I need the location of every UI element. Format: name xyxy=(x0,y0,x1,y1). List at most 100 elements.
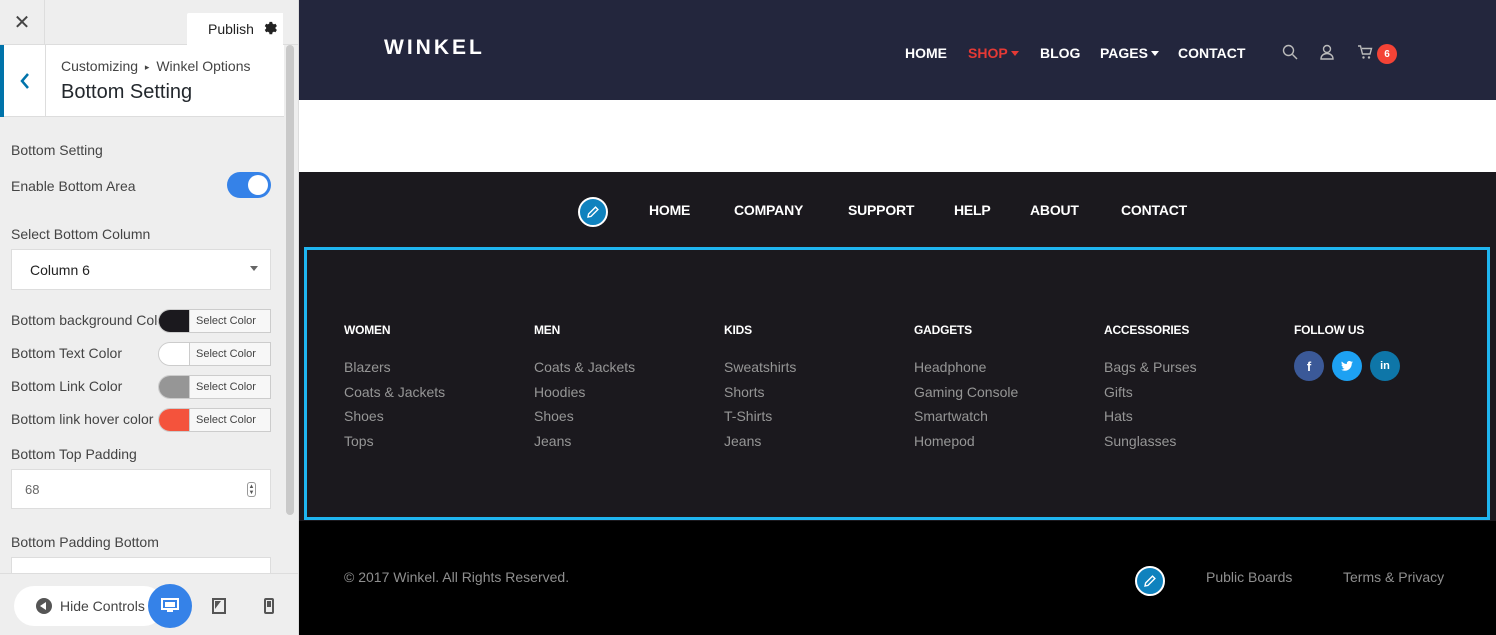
collapse-icon xyxy=(36,598,52,614)
bottom-link-hover-color-row: Bottom link hover color Select Color xyxy=(11,408,271,432)
cart-count-badge: 6 xyxy=(1377,44,1397,64)
footer-link[interactable]: Sunglasses xyxy=(1104,433,1197,458)
footer-nav-support[interactable]: SUPPORT xyxy=(848,202,914,218)
color-label: Bottom background Color xyxy=(11,312,170,328)
footer-nav-help[interactable]: HELP xyxy=(954,202,991,218)
nav-shop[interactable]: SHOP xyxy=(968,45,1019,61)
back-button[interactable] xyxy=(0,45,46,117)
footer-nav-home[interactable]: HOME xyxy=(649,202,690,218)
caret-down-icon xyxy=(1010,51,1019,56)
top-padding-input[interactable]: 68 ▲ ▼ xyxy=(11,469,271,509)
enable-bottom-toggle[interactable] xyxy=(227,172,271,198)
footer-link[interactable]: Shoes xyxy=(344,408,445,433)
color-label: Bottom Text Color xyxy=(11,345,123,361)
nav-pages[interactable]: PAGES xyxy=(1100,45,1159,61)
column-heading: FOLLOW US xyxy=(1294,323,1365,337)
facebook-icon[interactable]: f xyxy=(1294,351,1324,381)
nav-contact[interactable]: CONTACT xyxy=(1178,45,1245,61)
footer-link[interactable]: Blazers xyxy=(344,359,445,384)
footer-link[interactable]: Smartwatch xyxy=(914,408,1018,433)
close-customizer-button[interactable]: ✕ xyxy=(0,0,45,44)
bottom-text-color-picker[interactable]: Select Color xyxy=(158,342,271,366)
nav-label: HOME xyxy=(905,45,947,61)
hide-controls-label: Hide Controls xyxy=(60,598,145,614)
color-swatch xyxy=(159,376,189,398)
footer-link[interactable]: Jeans xyxy=(534,433,635,458)
close-icon: ✕ xyxy=(13,11,31,34)
color-swatch xyxy=(159,310,189,332)
color-label: Bottom link hover color xyxy=(11,411,154,427)
breadcrumb-arrow-icon: ▸ xyxy=(144,62,150,72)
search-icon[interactable] xyxy=(1282,44,1300,62)
copyright-text: © 2017 Winkel. All Rights Reserved. xyxy=(344,569,570,585)
site-header: WINKEL HOME SHOP BLOG PAGES CONTACT 6 xyxy=(299,0,1496,100)
bottom-link-hover-color-picker[interactable]: Select Color xyxy=(158,408,271,432)
top-padding-value: 68 xyxy=(25,481,40,497)
caret-down-icon xyxy=(1150,51,1159,56)
footer-column-women: WOMEN Blazers Coats & Jackets Shoes Tops xyxy=(344,323,445,457)
footer-link[interactable]: Gaming Console xyxy=(914,384,1018,409)
bottom-link-color-row: Bottom Link Color Select Color xyxy=(11,375,271,399)
public-boards-link[interactable]: Public Boards xyxy=(1206,569,1292,585)
footer-column-accessories: ACCESSORIES Bags & Purses Gifts Hats Sun… xyxy=(1104,323,1197,457)
color-swatch xyxy=(159,409,189,431)
edit-shortcut-pencil-icon[interactable] xyxy=(578,197,608,227)
nav-home[interactable]: HOME xyxy=(905,45,947,61)
breadcrumb-root: Customizing xyxy=(61,58,139,74)
bottom-background-color-picker[interactable]: Select Color xyxy=(158,309,271,333)
top-padding-label: Bottom Top Padding xyxy=(11,446,137,462)
footer-link[interactable]: Shoes xyxy=(534,408,635,433)
footer-link[interactable]: Hats xyxy=(1104,408,1197,433)
footer-link[interactable]: Shorts xyxy=(724,384,796,409)
breadcrumb: Customizing ▸ Winkel Options xyxy=(61,58,251,74)
desktop-icon xyxy=(161,598,179,612)
twitter-icon[interactable] xyxy=(1332,351,1362,381)
toggle-knob xyxy=(248,175,268,195)
site-preview: WINKEL HOME SHOP BLOG PAGES CONTACT 6 HO… xyxy=(299,0,1496,635)
chevron-down-icon xyxy=(250,266,258,271)
column-heading: GADGETS xyxy=(914,323,972,337)
footer-column-kids: KIDS Sweatshirts Shorts T-Shirts Jeans xyxy=(724,323,796,457)
nav-blog[interactable]: BLOG xyxy=(1040,45,1080,61)
cart-icon[interactable] xyxy=(1357,44,1375,62)
bottom-column-value: Column 6 xyxy=(30,261,90,278)
nav-label: PAGES xyxy=(1100,45,1148,61)
linkedin-icon[interactable]: in xyxy=(1370,351,1400,381)
number-spinner-icon[interactable]: ▲ ▼ xyxy=(247,482,256,497)
footer-nav-about[interactable]: ABOUT xyxy=(1030,202,1079,218)
footer-link[interactable]: T-Shirts xyxy=(724,408,796,433)
hide-controls-button[interactable]: Hide Controls xyxy=(14,586,164,626)
user-icon[interactable] xyxy=(1319,44,1337,62)
footer-link[interactable]: Homepod xyxy=(914,433,1018,458)
site-logo[interactable]: WINKEL xyxy=(384,36,485,60)
bottom-area: WOMEN Blazers Coats & Jackets Shoes Tops… xyxy=(299,247,1496,521)
panel-title: Bottom Setting xyxy=(61,81,193,103)
color-swatch xyxy=(159,343,189,365)
column-heading: KIDS xyxy=(724,323,752,337)
bottom-column-select[interactable]: Column 6 xyxy=(11,249,271,290)
footer-link[interactable]: Bags & Purses xyxy=(1104,359,1197,384)
footer-link[interactable]: Hoodies xyxy=(534,384,635,409)
bottom-link-color-picker[interactable]: Select Color xyxy=(158,375,271,399)
publish-label: Publish xyxy=(208,21,254,37)
preview-tablet-button[interactable] xyxy=(197,584,241,628)
enable-bottom-label: Enable Bottom Area xyxy=(11,178,136,194)
footer-link[interactable]: Tops xyxy=(344,433,445,458)
preview-mobile-button[interactable] xyxy=(247,584,291,628)
footer-link[interactable]: Coats & Jackets xyxy=(344,384,445,409)
preview-desktop-button[interactable] xyxy=(148,584,192,628)
footer-link[interactable]: Sweatshirts xyxy=(724,359,796,384)
footer-nav-contact[interactable]: CONTACT xyxy=(1121,202,1187,218)
terms-privacy-link[interactable]: Terms & Privacy xyxy=(1343,569,1444,585)
gear-icon[interactable] xyxy=(263,21,277,38)
edit-shortcut-pencil-icon[interactable] xyxy=(1135,566,1165,596)
footer-link[interactable]: Coats & Jackets xyxy=(534,359,635,384)
footer-link[interactable]: Headphone xyxy=(914,359,1018,384)
publish-button[interactable]: Publish xyxy=(187,13,283,45)
footer-nav-company[interactable]: COMPANY xyxy=(734,202,803,218)
breadcrumb-section: Winkel Options xyxy=(156,58,251,74)
sidebar-scrollbar[interactable] xyxy=(286,45,294,515)
footer-link[interactable]: Gifts xyxy=(1104,384,1197,409)
footer-link[interactable]: Jeans xyxy=(724,433,796,458)
panel-header: Customizing ▸ Winkel Options Bottom Sett… xyxy=(0,45,284,117)
